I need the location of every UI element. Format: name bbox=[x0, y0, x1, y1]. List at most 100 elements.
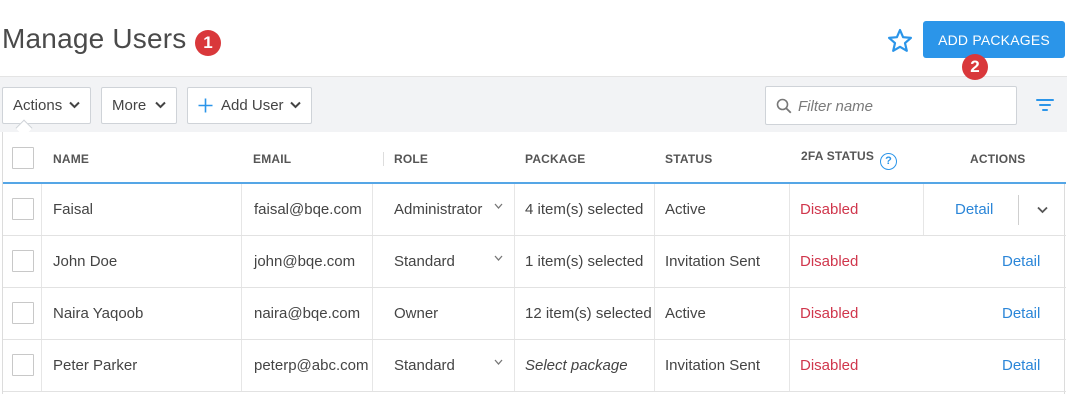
cell-divider bbox=[654, 340, 655, 391]
page-header: Manage Users 1 ADD PACKAGES bbox=[0, 0, 1067, 76]
cell-divider bbox=[241, 340, 242, 391]
dropdown-caret-icon[interactable] bbox=[494, 203, 503, 209]
2fa-status: Disabled bbox=[800, 201, 859, 218]
table-row: Peter Parker peterp@abc.com Standard Sel… bbox=[3, 340, 1066, 392]
step-badge-2: 2 bbox=[962, 54, 988, 80]
2fa-status: Disabled bbox=[800, 305, 859, 322]
cell-divider bbox=[789, 288, 790, 339]
dropdown-caret-icon[interactable] bbox=[494, 255, 503, 261]
2fa-status: Disabled bbox=[800, 253, 859, 270]
column-header-package[interactable]: PACKAGE bbox=[525, 152, 586, 166]
users-table: NAME EMAIL ROLE PACKAGE STATUS 2FA STATU… bbox=[2, 132, 1066, 394]
detail-link[interactable]: Detail bbox=[955, 184, 993, 235]
chevron-down-icon[interactable] bbox=[1037, 206, 1048, 214]
cell-divider bbox=[372, 340, 373, 391]
chevron-down-icon bbox=[290, 101, 301, 109]
cell-divider bbox=[41, 288, 42, 339]
role-select[interactable]: Administrator bbox=[394, 184, 482, 235]
more-dropdown[interactable]: More bbox=[101, 87, 177, 124]
user-status: Active bbox=[665, 201, 706, 218]
user-name: Faisal bbox=[53, 201, 94, 218]
detail-link[interactable]: Detail bbox=[1002, 288, 1040, 339]
package-select[interactable]: 12 item(s) selected bbox=[525, 288, 652, 339]
column-header-2fa-status[interactable]: 2FA STATUS? bbox=[801, 149, 898, 170]
column-header-actions: ACTIONS bbox=[970, 152, 1026, 166]
2fa-status: Disabled bbox=[800, 357, 859, 374]
user-status: Invitation Sent bbox=[665, 357, 761, 374]
cell-divider bbox=[372, 184, 373, 235]
filter-name-search bbox=[765, 86, 1017, 125]
select-all-checkbox[interactable] bbox=[12, 147, 34, 169]
detail-link[interactable]: Detail bbox=[1002, 340, 1040, 391]
more-label: More bbox=[112, 97, 147, 114]
column-header-role[interactable]: ROLE bbox=[394, 152, 428, 166]
search-icon bbox=[776, 98, 792, 114]
cell-divider bbox=[789, 236, 790, 287]
user-email: john@bqe.com bbox=[254, 253, 356, 270]
step-badge-1: 1 bbox=[195, 30, 221, 56]
cell-divider bbox=[654, 184, 655, 235]
add-packages-button[interactable]: ADD PACKAGES bbox=[923, 21, 1065, 58]
column-header-name[interactable]: NAME bbox=[53, 152, 89, 166]
column-header-status[interactable]: STATUS bbox=[665, 152, 712, 166]
row-checkbox[interactable] bbox=[12, 302, 34, 324]
cell-divider bbox=[241, 236, 242, 287]
2fa-status-label: 2FA STATUS bbox=[801, 149, 875, 163]
column-divider bbox=[383, 152, 384, 166]
filter-name-input[interactable] bbox=[798, 95, 1008, 117]
package-select[interactable]: 1 item(s) selected bbox=[525, 236, 643, 287]
table-row: Naira Yaqoob naira@bqe.com Owner 12 item… bbox=[3, 288, 1066, 340]
page-title: Manage Users bbox=[2, 23, 187, 54]
user-status: Active bbox=[665, 305, 706, 322]
filter-icon[interactable] bbox=[1036, 98, 1054, 112]
add-user-dropdown[interactable]: Add User bbox=[187, 87, 312, 124]
chevron-down-icon bbox=[69, 101, 80, 109]
cell-divider bbox=[789, 340, 790, 391]
row-checkbox[interactable] bbox=[12, 250, 34, 272]
cell-divider bbox=[654, 236, 655, 287]
table-row: Faisal faisal@bqe.com Administrator 4 it… bbox=[3, 184, 1066, 236]
cell-divider bbox=[41, 340, 42, 391]
cell-divider bbox=[372, 288, 373, 339]
actions-dropdown[interactable]: Actions bbox=[2, 87, 91, 124]
table-header: NAME EMAIL ROLE PACKAGE STATUS 2FA STATU… bbox=[3, 132, 1066, 184]
chevron-down-icon bbox=[155, 101, 166, 109]
cell-divider bbox=[241, 288, 242, 339]
user-role: Owner bbox=[394, 305, 439, 322]
role-select[interactable]: Standard bbox=[394, 236, 455, 287]
cell-divider bbox=[514, 184, 515, 235]
user-name: Peter Parker bbox=[53, 357, 138, 374]
cell-divider bbox=[923, 184, 924, 235]
plus-icon bbox=[198, 98, 213, 113]
add-user-label: Add User bbox=[221, 97, 284, 114]
row-checkbox[interactable] bbox=[12, 198, 34, 220]
user-name: Naira Yaqoob bbox=[53, 305, 144, 322]
cell-divider bbox=[241, 184, 242, 235]
role-select[interactable]: Standard bbox=[394, 340, 455, 391]
user-email: peterp@abc.com bbox=[254, 357, 369, 374]
cell-divider bbox=[789, 184, 790, 235]
actions-label: Actions bbox=[13, 97, 63, 114]
cell-divider bbox=[654, 288, 655, 339]
user-email: faisal@bqe.com bbox=[254, 201, 362, 218]
star-icon[interactable] bbox=[886, 27, 914, 55]
detail-link[interactable]: Detail bbox=[1002, 236, 1040, 287]
cell-divider bbox=[514, 236, 515, 287]
table-row: John Doe john@bqe.com Standard 1 item(s)… bbox=[3, 236, 1066, 288]
cell-divider bbox=[41, 184, 42, 235]
user-status: Invitation Sent bbox=[665, 253, 761, 270]
cell-divider bbox=[41, 236, 42, 287]
cell-divider bbox=[514, 340, 515, 391]
package-select[interactable]: Select package bbox=[525, 340, 628, 391]
dropdown-caret-icon[interactable] bbox=[494, 359, 503, 365]
user-name: John Doe bbox=[53, 253, 118, 270]
cell-divider bbox=[514, 288, 515, 339]
package-select[interactable]: 4 item(s) selected bbox=[525, 184, 643, 235]
help-icon[interactable]: ? bbox=[880, 153, 898, 170]
user-email: naira@bqe.com bbox=[254, 305, 361, 322]
row-checkbox[interactable] bbox=[12, 354, 34, 376]
cell-divider bbox=[372, 236, 373, 287]
split-button-divider bbox=[1018, 195, 1019, 225]
column-header-email[interactable]: EMAIL bbox=[253, 152, 291, 166]
toolbar: Actions More Add User bbox=[0, 76, 1067, 132]
